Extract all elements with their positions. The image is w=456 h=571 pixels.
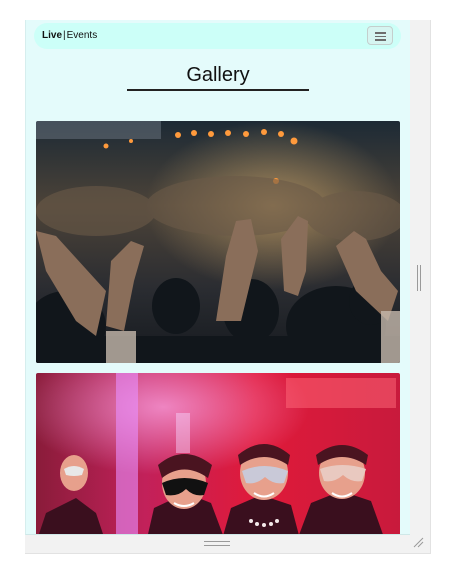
brand-logo[interactable]: Live|Events bbox=[42, 30, 97, 42]
navbar-toggler-button[interactable] bbox=[367, 26, 393, 45]
page-title: Gallery bbox=[186, 64, 250, 86]
brand-light-text: Events bbox=[66, 30, 98, 41]
horizontal-resize-handle[interactable] bbox=[204, 541, 230, 546]
resize-grip-icon[interactable] bbox=[411, 535, 425, 549]
vertical-resize-handle[interactable] bbox=[417, 265, 421, 291]
gallery-image-concert-crowd bbox=[36, 121, 400, 363]
gallery-image-masquerade-party bbox=[36, 373, 400, 534]
brand-separator: | bbox=[63, 30, 66, 41]
page-viewport: Live|Events Gallery bbox=[25, 20, 410, 535]
title-underline bbox=[127, 89, 309, 91]
navbar: Live|Events bbox=[34, 23, 401, 49]
brand-bold-text: Live bbox=[42, 30, 63, 41]
